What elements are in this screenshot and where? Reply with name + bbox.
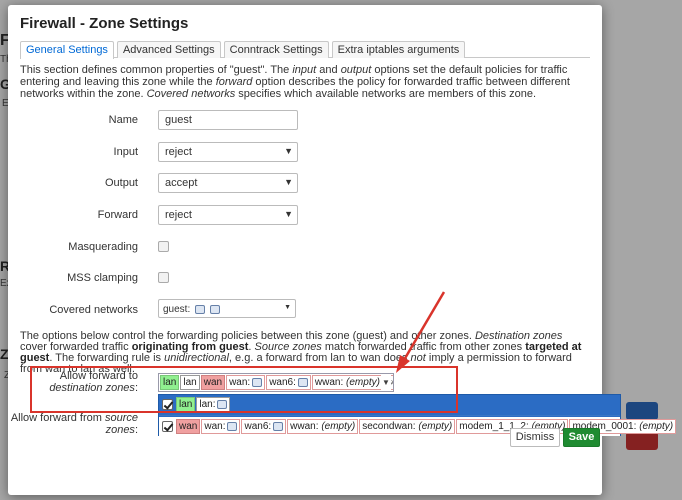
forward-label: Forward [97, 209, 138, 221]
annotation-highlight-box [30, 366, 458, 413]
checkbox-checked-icon [162, 421, 173, 432]
modal-title: Firewall - Zone Settings [20, 15, 189, 32]
mss-clamping-label: MSS clamping [67, 272, 138, 284]
tab-advanced-settings[interactable]: Advanced Settings [116, 41, 221, 58]
tab-bar: General Settings Advanced Settings Connt… [20, 41, 590, 59]
zone-settings-modal: Firewall - Zone Settings General Setting… [8, 5, 677, 495]
network-chip: wan6: [241, 419, 287, 434]
network-icon [273, 421, 284, 431]
tab-extra-iptables[interactable]: Extra iptables arguments [331, 41, 466, 58]
masquerading-checkbox[interactable] [158, 241, 169, 252]
tab-general-settings[interactable]: General Settings [20, 41, 114, 59]
chevron-down-icon: ▼ [284, 177, 293, 187]
covered-networks-select[interactable]: guest: ▼ [158, 299, 296, 318]
mss-clamping-checkbox[interactable] [158, 272, 169, 283]
output-policy-select[interactable]: accept ▼ [158, 173, 298, 193]
network-chip: secondwan: (empty) [359, 419, 456, 434]
wireless-icon [210, 304, 221, 314]
output-label: Output [104, 177, 138, 189]
network-icon [227, 421, 238, 431]
input-policy-select[interactable]: reject ▼ [158, 142, 298, 162]
chevron-down-icon: ▼ [284, 304, 291, 311]
network-chip: wan: [201, 419, 241, 434]
masquerading-label: Masquerading [68, 241, 138, 253]
covered-networks-label: Covered networks [49, 304, 138, 316]
network-chip: guest: [163, 304, 191, 315]
network-chip: wwan: (empty) [287, 419, 359, 434]
allow-forward-src-label: Allow forward from source zones: [10, 412, 138, 436]
save-button[interactable]: Save [563, 428, 600, 447]
network-icon [195, 304, 206, 314]
chevron-down-icon: ▼ [284, 209, 293, 219]
chevron-down-icon: ▼ [284, 146, 293, 156]
forward-policy-select[interactable]: reject ▼ [158, 205, 298, 225]
dismiss-button[interactable]: Dismiss [510, 428, 560, 447]
input-label: Input [113, 146, 138, 158]
general-description: This section defines common properties o… [20, 64, 570, 100]
tab-conntrack-settings[interactable]: Conntrack Settings [223, 41, 329, 58]
zone-chip-wan: wan [176, 419, 201, 434]
name-label: Name [108, 114, 138, 126]
name-input[interactable]: guest [158, 110, 298, 130]
